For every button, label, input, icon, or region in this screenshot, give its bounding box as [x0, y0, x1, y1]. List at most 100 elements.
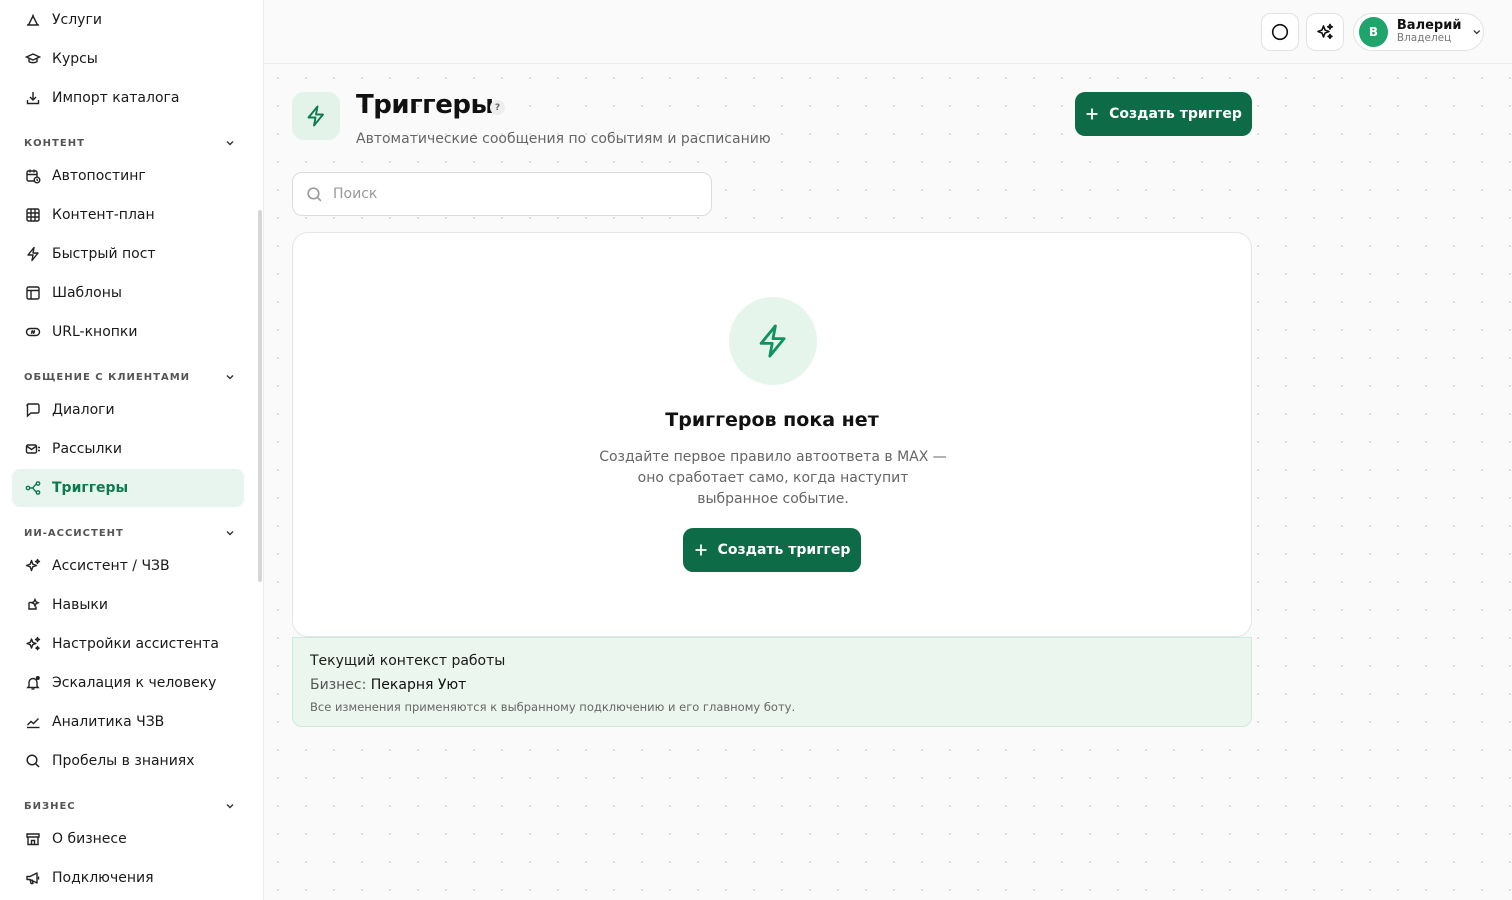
section-clients[interactable]: ОБЩЕНИЕ С КЛИЕНТАМИ: [24, 369, 236, 385]
empty-create-trigger-label: Создать триггер: [717, 542, 851, 558]
ai-sparkles-button[interactable]: [1306, 13, 1344, 51]
section-label: ИИ-АССИСТЕНТ: [24, 527, 124, 539]
user-name: Валерий: [1396, 18, 1462, 34]
page-subtitle: Автоматические сообщения по событиям и р…: [356, 131, 771, 147]
empty-state-title: Триггеров пока нет: [665, 409, 879, 431]
sidebar-item-label: Пробелы в знаниях: [52, 753, 195, 769]
help-icon[interactable]: ?: [490, 100, 505, 115]
sidebar-item-label: Подключения: [52, 870, 154, 886]
sidebar-scrollbar[interactable]: [258, 210, 262, 582]
section-content[interactable]: КОНТЕНТ: [24, 135, 236, 151]
plus-icon: [695, 544, 707, 556]
lightning-icon: [292, 92, 340, 140]
skill-icon: [24, 597, 41, 614]
sidebar-item-label: Услуги: [52, 12, 102, 28]
chart-line-icon: [24, 714, 41, 731]
search-box[interactable]: [292, 172, 712, 216]
grid-icon: [24, 207, 41, 224]
empty-create-trigger-button[interactable]: Создать триггер: [683, 528, 861, 572]
sidebar-item-knowledge-gaps[interactable]: Пробелы в знаниях: [12, 742, 244, 780]
sidebar-item-label: Быстрый пост: [52, 246, 156, 262]
context-business-label: Бизнес:: [310, 677, 367, 693]
avatar: В: [1359, 17, 1388, 47]
search-icon: [24, 753, 41, 770]
sidebar-item-quick-post[interactable]: Быстрый пост: [12, 235, 244, 273]
context-title: Текущий контекст работы: [310, 653, 506, 669]
chevron-down-icon: [226, 375, 234, 380]
sidebar-item-about-business[interactable]: О бизнесе: [12, 820, 244, 858]
empty-state-card: Триггеров пока нет Создайте первое прави…: [292, 232, 1252, 637]
sidebar-item-label: Диалоги: [52, 402, 115, 418]
chat-icon: [24, 402, 41, 419]
context-business-name: Пекарня Уют: [370, 677, 467, 693]
page-title: Триггеры: [356, 90, 494, 120]
context-note: Все изменения применяются к выбранному п…: [310, 700, 796, 714]
sidebar-item-label: О бизнесе: [52, 831, 127, 847]
section-business[interactable]: БИЗНЕС: [24, 798, 236, 814]
section-label: ОБЩЕНИЕ С КЛИЕНТАМИ: [24, 371, 191, 383]
sidebar-item-content-plan[interactable]: Контент-план: [12, 196, 244, 234]
section-ai[interactable]: ИИ-АССИСТЕНТ: [24, 525, 236, 541]
sidebar-item-analytics[interactable]: Аналитика ЧЗВ: [12, 703, 244, 741]
search-input[interactable]: [333, 186, 693, 202]
sidebar-item-mailings[interactable]: Рассылки: [12, 430, 244, 468]
sidebar-item-label: Шаблоны: [52, 285, 122, 301]
plus-icon: [1086, 108, 1098, 120]
create-trigger-label: Создать триггер: [1109, 106, 1242, 122]
chevron-down-icon: [226, 804, 234, 809]
lightning-icon: [24, 246, 41, 263]
sidebar-item-label: Ассистент / ЧЗВ: [52, 558, 170, 574]
work-context-card: Текущий контекст работы Бизнес: Пекарня …: [292, 637, 1252, 727]
chevron-down-icon: [226, 141, 234, 146]
sidebar-item-templates[interactable]: Шаблоны: [12, 274, 244, 312]
lightning-icon: [729, 297, 817, 385]
template-icon: [24, 285, 41, 302]
chevron-down-icon: [226, 531, 234, 536]
download-icon: [24, 90, 41, 107]
topbar: [264, 0, 1512, 64]
user-role: Владелец: [1396, 32, 1452, 45]
sidebar-item-label: Навыки: [52, 597, 108, 613]
sparkles-icon: [1317, 23, 1334, 40]
sparkles-icon: [24, 558, 41, 575]
empty-state-text: Создайте первое правило автоответа в MAX…: [599, 449, 947, 507]
sidebar-item-triggers[interactable]: Триггеры: [12, 469, 244, 507]
context-business: Бизнес: Пекарня Уют: [310, 677, 1234, 693]
sidebar-item-label: Эскалация к человеку: [52, 675, 217, 691]
sidebar-item-skills[interactable]: Навыки: [12, 586, 244, 624]
workflow-icon: [24, 480, 41, 497]
sidebar-item-escalation[interactable]: Эскалация к человеку: [12, 664, 244, 702]
store-icon: [24, 831, 41, 848]
graduation-cap-icon: [24, 51, 41, 68]
sidebar-item-dialogs[interactable]: Диалоги: [12, 391, 244, 429]
sidebar-item-url-buttons[interactable]: URL-кнопки: [12, 313, 244, 351]
megaphone-icon: [24, 870, 41, 887]
sidebar-item-label: Импорт каталога: [52, 90, 180, 106]
mail-send-icon: [24, 441, 41, 458]
sidebar-item-services[interactable]: Услуги: [12, 1, 244, 39]
sidebar-item-autoposting[interactable]: Автопостинг: [12, 157, 244, 195]
theme-toggle-button[interactable]: [1261, 13, 1299, 51]
sidebar-item-label: Контент-план: [52, 207, 155, 223]
create-trigger-button[interactable]: Создать триггер: [1075, 92, 1252, 136]
sidebar-item-import[interactable]: Импорт каталога: [12, 79, 244, 117]
circle-icon: [1271, 23, 1289, 41]
section-label: БИЗНЕС: [24, 800, 76, 812]
sidebar-item-connections[interactable]: Подключения: [12, 859, 244, 897]
bell-icon: [24, 675, 41, 692]
search-icon: [307, 186, 322, 201]
sidebar-item-assistant[interactable]: Ассистент / ЧЗВ: [12, 547, 244, 585]
chevron-down-icon: [1473, 30, 1481, 35]
services-icon: [24, 12, 41, 29]
section-label: КОНТЕНТ: [24, 137, 85, 149]
user-menu[interactable]: В Валерий Владелец: [1353, 13, 1484, 51]
sidebar-item-label: Аналитика ЧЗВ: [52, 714, 165, 730]
sidebar-item-assistant-settings[interactable]: Настройки ассистента: [12, 625, 244, 663]
sidebar-item-label: URL-кнопки: [52, 324, 138, 340]
sidebar-item-courses[interactable]: Курсы: [12, 40, 244, 78]
sidebar-item-label: Триггеры: [52, 480, 129, 496]
sidebar-item-label: Настройки ассистента: [52, 636, 219, 652]
sidebar-item-label: Курсы: [52, 51, 98, 67]
calendar-clock-icon: [24, 168, 41, 185]
sidebar-item-label: Рассылки: [52, 441, 122, 457]
